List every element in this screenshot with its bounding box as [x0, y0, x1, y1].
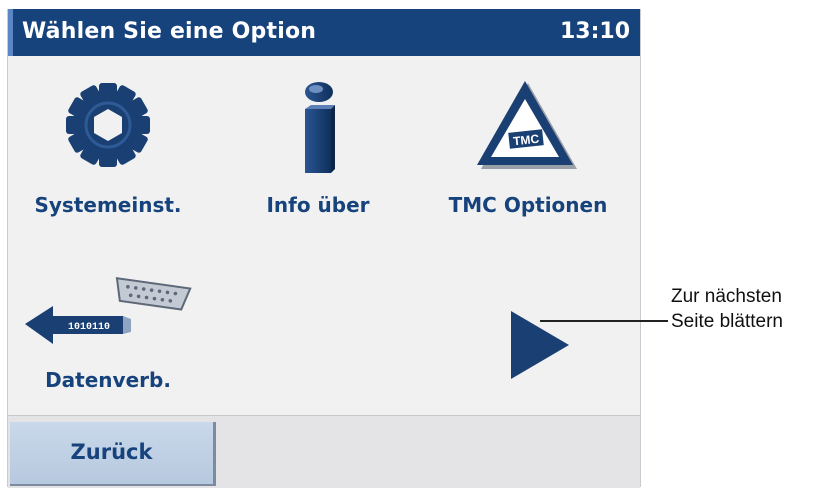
- title-bar-accent: [8, 9, 13, 56]
- tmc-warning-triangle-icon: TMC: [477, 81, 577, 169]
- menu-item-label: Systemeinst.: [34, 193, 182, 217]
- tmc-icon-text: TMC: [512, 132, 540, 149]
- data-icon-text: 1010110: [68, 322, 110, 333]
- device-screen: Wählen Sie eine Option 13:10 Systemeinst…: [7, 9, 641, 488]
- menu-item-info[interactable]: Info über: [218, 69, 418, 219]
- back-button[interactable]: Zurück: [10, 422, 216, 486]
- menu-item-label: Info über: [266, 193, 370, 217]
- page-title: Wählen Sie eine Option: [22, 19, 317, 44]
- menu-item-label: Datenverb.: [45, 368, 171, 392]
- data-connection-icon: 1010110: [25, 277, 192, 344]
- bottom-bar: Zurück: [8, 415, 640, 488]
- title-bar: Wählen Sie eine Option 13:10: [8, 9, 640, 56]
- gear-icon: [66, 83, 150, 167]
- callout-line-1: Zur nächsten: [671, 286, 782, 307]
- menu-item-settings[interactable]: Systemeinst.: [8, 69, 208, 219]
- callout-annotation: Zur nächsten Seite blättern: [671, 284, 783, 334]
- info-icon: [305, 82, 335, 173]
- callout-line: [540, 320, 668, 322]
- menu-item-tmc-options[interactable]: TMC TMC Optionen: [428, 69, 628, 219]
- menu-item-label: TMC Optionen: [448, 193, 608, 217]
- clock: 13:10: [559, 19, 630, 44]
- callout-line-2: Seite blättern: [671, 311, 783, 332]
- menu-item-data-connection[interactable]: 1010110 Datenverb.: [8, 264, 208, 414]
